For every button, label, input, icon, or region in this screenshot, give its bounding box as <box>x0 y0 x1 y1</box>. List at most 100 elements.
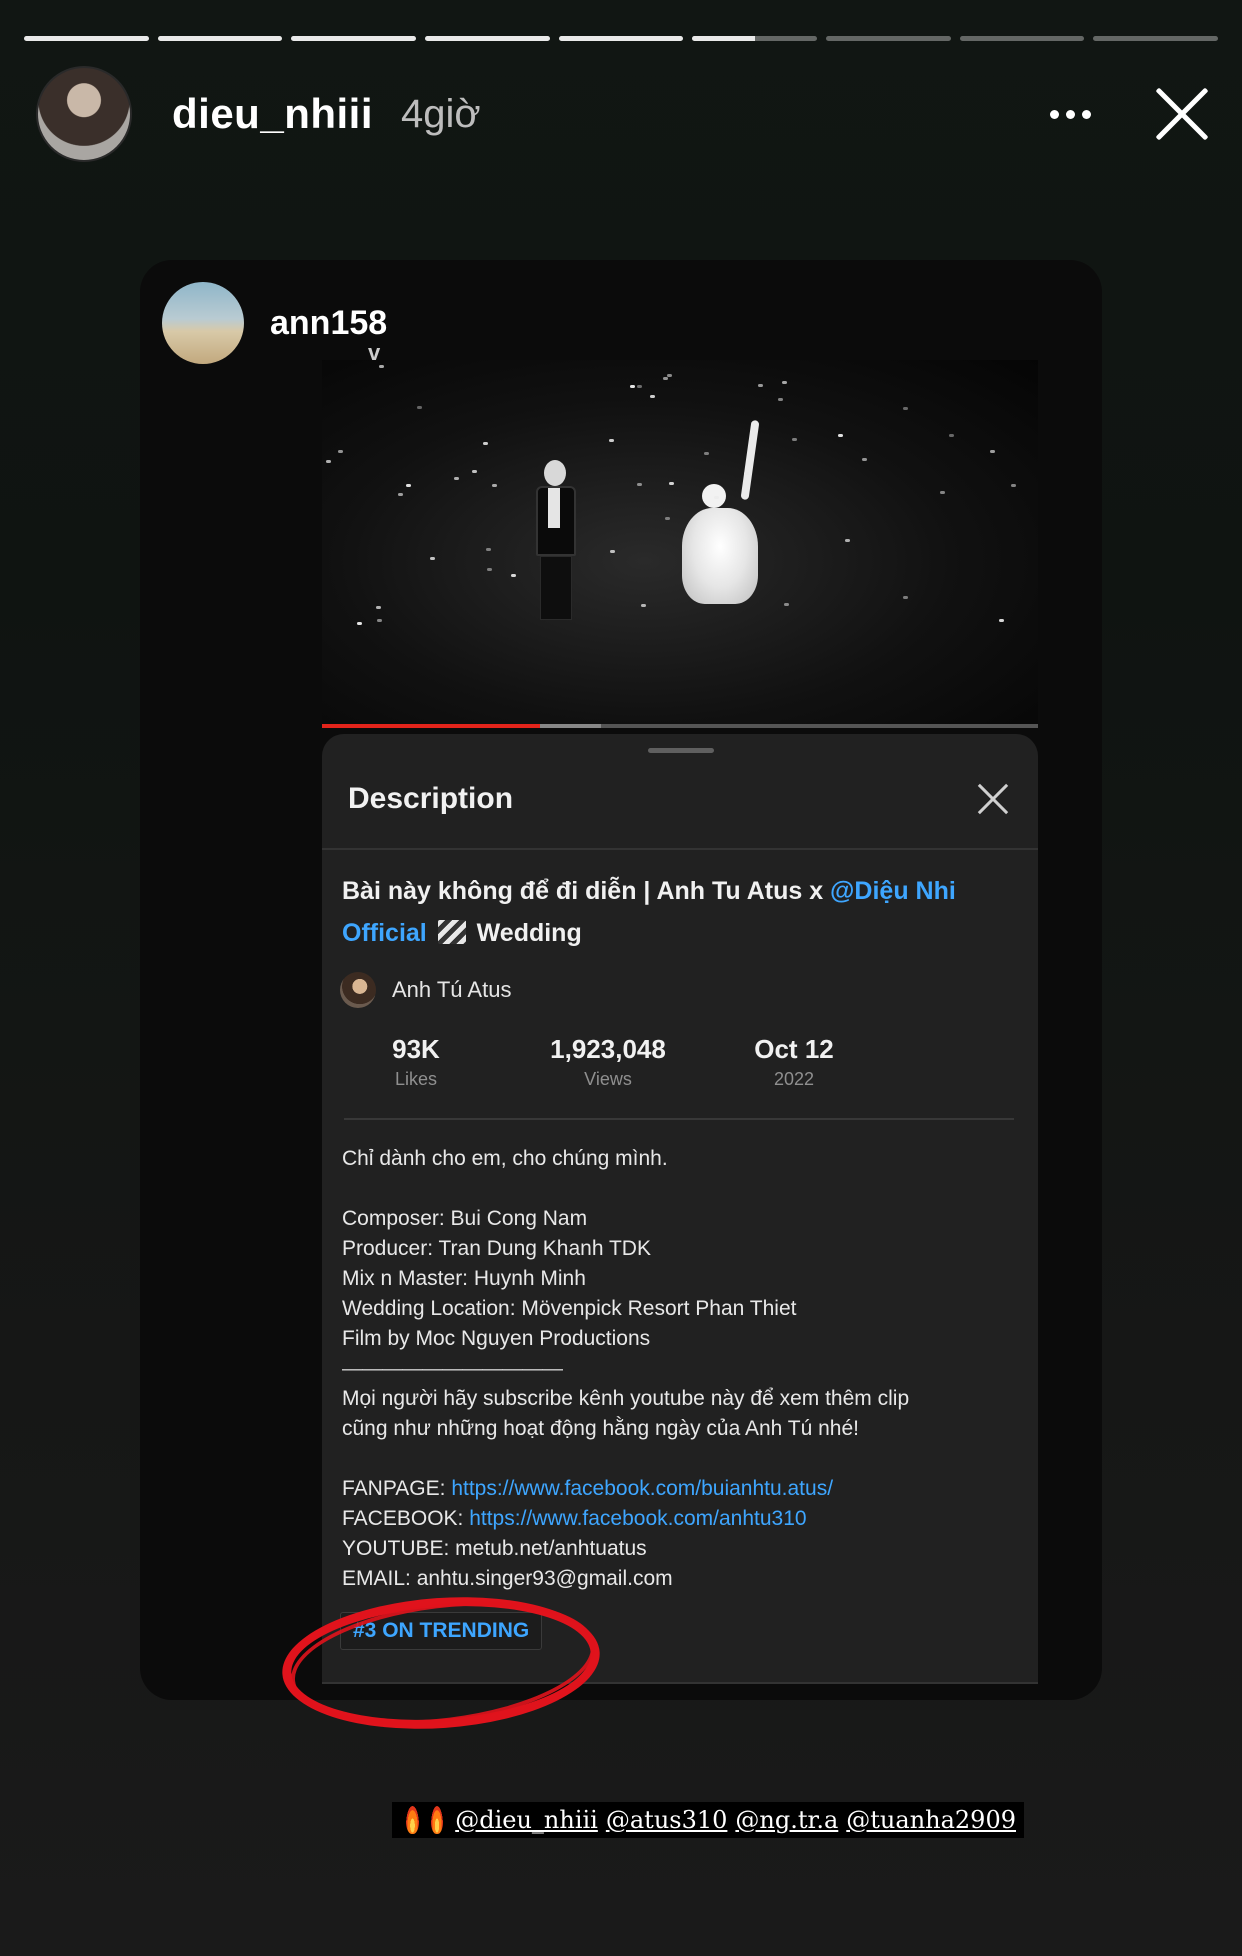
video-light-speck <box>903 407 908 410</box>
stat-likes: 93K Likes <box>366 1034 466 1090</box>
video-light-speck <box>326 460 331 463</box>
sheet-title: Description <box>348 782 514 815</box>
stat-label: 2022 <box>773 1069 815 1089</box>
video-title-text: Bài này không để đi diễn | Anh Tu Atus x <box>342 877 831 905</box>
description-body: Chỉ dành cho em, cho chúng mình. Compose… <box>342 1144 1012 1594</box>
video-bride-figure <box>662 419 782 630</box>
video-light-speck <box>999 619 1004 622</box>
video-light-speck <box>669 482 674 485</box>
story-progress-fill <box>291 36 417 41</box>
description-line: Wedding Location: Mövenpick Resort Phan … <box>342 1297 797 1320</box>
video-title-suffix: Wedding <box>469 919 582 947</box>
video-light-speck <box>376 606 381 609</box>
stat-value: 1,923,048 <box>550 1034 666 1064</box>
video-light-speck <box>379 365 384 368</box>
video-light-speck <box>609 439 614 442</box>
video-light-speck <box>511 574 516 577</box>
youtube-row: YOUTUBE: metub.net/anhtuatus <box>342 1537 647 1560</box>
video-light-speck <box>637 385 642 388</box>
story-progress-segment <box>826 36 951 41</box>
story-progress-segment <box>291 36 417 41</box>
video-groom-figure <box>532 460 578 620</box>
stat-value: Oct 12 <box>754 1034 834 1064</box>
mentions-sticker[interactable]: @dieu_nhiii @atus310 @ng.tr.a @tuanha290… <box>392 1802 1024 1838</box>
video-light-speck <box>630 385 635 388</box>
video-light-speck <box>862 458 867 461</box>
video-light-speck <box>454 477 459 480</box>
clapperboard-icon <box>437 920 466 944</box>
video-light-speck <box>845 539 850 542</box>
story-timestamp: 4giờ <box>401 91 481 136</box>
channel-avatar[interactable] <box>340 972 376 1008</box>
story-progress-segment <box>24 36 149 41</box>
story-progress-segment <box>558 36 684 41</box>
shared-post-avatar[interactable] <box>162 282 244 364</box>
video-light-speck <box>663 377 668 380</box>
stat-label: Likes <box>394 1069 438 1089</box>
avatar[interactable] <box>36 66 132 162</box>
video-light-speck <box>357 622 362 625</box>
story-progress-segment <box>1093 36 1219 41</box>
video-light-speck <box>610 550 615 553</box>
video-light-speck <box>792 438 797 441</box>
story-progress-segment <box>692 36 818 41</box>
fire-emoji-icon <box>406 1806 419 1834</box>
channel-row[interactable]: Anh Tú Atus <box>340 972 511 1008</box>
video-light-speck <box>758 384 763 387</box>
video-light-speck <box>784 603 789 606</box>
stat-date: Oct 12 2022 <box>734 1034 854 1090</box>
story-progress-fill <box>558 36 684 41</box>
stat-views: 1,923,048 Views <box>528 1034 688 1090</box>
description-line: Film by Moc Nguyen Productions <box>342 1327 651 1350</box>
story-progress-bar <box>24 36 1219 42</box>
description-line: Chỉ dành cho em, cho chúng mình. <box>342 1147 668 1170</box>
video-buffered <box>540 724 602 728</box>
video-light-speck <box>487 568 492 571</box>
mention-tag[interactable]: @atus310 <box>606 1806 728 1834</box>
divider <box>322 848 1038 850</box>
close-icon[interactable] <box>1152 84 1212 144</box>
channel-name[interactable]: Anh Tú Atus <box>392 977 511 1003</box>
video-light-speck <box>838 434 843 437</box>
story-progress-segment <box>425 36 550 41</box>
video-light-speck <box>492 484 497 487</box>
video-light-speck <box>338 450 343 453</box>
story-username[interactable]: dieu_nhiii <box>172 90 373 138</box>
video-frame[interactable] <box>322 360 1038 726</box>
video-light-speck <box>417 406 422 409</box>
email-row: EMAIL: anhtu.singer93@gmail.com <box>342 1567 673 1590</box>
description-line: Mọi người hãy subscribe kênh youtube này… <box>342 1387 910 1410</box>
mention-tag[interactable]: @ng.tr.a <box>735 1806 838 1834</box>
video-light-speck <box>472 470 477 473</box>
shared-post-card[interactable]: ann158 v Description Bài này không để đi… <box>140 260 1102 1700</box>
video-light-speck <box>714 496 719 499</box>
stat-value: 93K <box>392 1034 440 1064</box>
video-progress-bar[interactable] <box>322 724 1038 728</box>
video-title: Bài này không để đi diễn | Anh Tu Atus x… <box>342 870 1002 954</box>
fire-emoji-icon <box>430 1806 444 1834</box>
video-light-speck <box>641 604 646 607</box>
description-line: Composer: Bui Cong Nam <box>342 1207 588 1230</box>
story-progress-segment <box>157 36 283 41</box>
fanpage-link[interactable]: https://www.facebook.com/buianhtu.atus/ <box>451 1477 833 1500</box>
video-light-speck <box>667 374 672 377</box>
video-light-speck <box>650 395 655 398</box>
sheet-drag-handle[interactable] <box>648 748 714 753</box>
video-stats: 93K Likes 1,923,048 Views Oct 12 2022 <box>342 1034 1022 1094</box>
video-light-speck <box>665 517 670 520</box>
video-light-speck <box>377 619 382 622</box>
description-line: Mix n Master: Huynh Minh <box>342 1267 586 1290</box>
mention-tag[interactable]: @tuanha2909 <box>846 1806 1016 1834</box>
video-light-speck <box>744 472 749 475</box>
sheet-close-icon[interactable] <box>976 782 1010 816</box>
video-light-speck <box>778 398 783 401</box>
facebook-link[interactable]: https://www.facebook.com/anhtu310 <box>469 1507 806 1530</box>
shared-post-author[interactable]: ann158 <box>162 282 387 364</box>
story-progress-segment <box>959 36 1085 41</box>
shared-post-username[interactable]: ann158 <box>270 304 387 343</box>
more-horizontal-icon[interactable] <box>1040 84 1100 144</box>
fanpage-row: FANPAGE: https://www.facebook.com/buianh… <box>342 1474 1012 1504</box>
video-light-speck <box>903 596 908 599</box>
description-line: Producer: Tran Dung Khanh TDK <box>342 1237 651 1260</box>
mention-tag[interactable]: @dieu_nhiii <box>455 1806 598 1834</box>
